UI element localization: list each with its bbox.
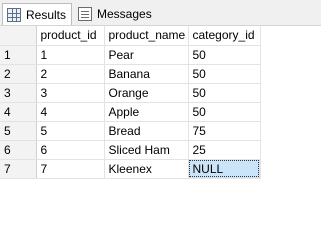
cell-category-id[interactable]: 50 — [188, 83, 261, 103]
row-number[interactable]: 5 — [0, 121, 37, 141]
cell-product-name[interactable]: Bread — [104, 121, 189, 141]
table-row: 3 3 Orange 50 — [0, 83, 261, 103]
cell-category-id[interactable]: 50 — [188, 102, 261, 122]
column-header-category-id[interactable]: category_id — [188, 26, 261, 46]
cell-product-id[interactable]: 6 — [36, 140, 105, 160]
table-row: 7 7 Kleenex NULL — [0, 159, 261, 179]
cell-product-id[interactable]: 3 — [36, 83, 105, 103]
cell-product-name[interactable]: Sliced Ham — [104, 140, 189, 160]
table-row: 5 5 Bread 75 — [0, 121, 261, 141]
results-grid: product_id product_name category_id 1 1 … — [0, 26, 261, 179]
cell-category-id[interactable]: 75 — [188, 121, 261, 141]
cell-product-name[interactable]: Pear — [104, 45, 189, 65]
cell-category-id-selected[interactable]: NULL — [188, 159, 261, 179]
column-header-product-id[interactable]: product_id — [36, 26, 105, 46]
tab-messages-label: Messages — [97, 7, 152, 21]
cell-category-id[interactable]: 25 — [188, 140, 261, 160]
row-number[interactable]: 7 — [0, 159, 37, 179]
table-row: 4 4 Apple 50 — [0, 102, 261, 122]
messages-icon — [78, 7, 92, 21]
tab-results-label: Results — [26, 7, 67, 22]
results-tab-bar: Results Messages — [0, 0, 321, 26]
row-number[interactable]: 6 — [0, 140, 37, 160]
cell-category-id[interactable]: 50 — [188, 64, 261, 84]
column-header-product-name[interactable]: product_name — [104, 26, 189, 46]
row-number[interactable]: 4 — [0, 102, 37, 122]
row-number[interactable]: 3 — [0, 83, 37, 103]
cell-product-name[interactable]: Banana — [104, 64, 189, 84]
table-row: 6 6 Sliced Ham 25 — [0, 140, 261, 160]
grid-header-row: product_id product_name category_id — [0, 26, 261, 46]
cell-product-id[interactable]: 5 — [36, 121, 105, 141]
cell-product-name[interactable]: Apple — [104, 102, 189, 122]
tab-results[interactable]: Results — [2, 3, 72, 25]
grid-corner-cell[interactable] — [0, 26, 37, 46]
row-number[interactable]: 2 — [0, 64, 37, 84]
table-row: 1 1 Pear 50 — [0, 45, 261, 65]
cell-product-id[interactable]: 7 — [36, 159, 105, 179]
tab-messages[interactable]: Messages — [74, 3, 152, 25]
cell-product-id[interactable]: 2 — [36, 64, 105, 84]
cell-category-id[interactable]: 50 — [188, 45, 261, 65]
row-number[interactable]: 1 — [0, 45, 37, 65]
cell-product-name[interactable]: Kleenex — [104, 159, 189, 179]
cell-product-id[interactable]: 4 — [36, 102, 105, 122]
cell-product-id[interactable]: 1 — [36, 45, 105, 65]
table-row: 2 2 Banana 50 — [0, 64, 261, 84]
cell-product-name[interactable]: Orange — [104, 83, 189, 103]
grid-icon — [7, 7, 21, 22]
